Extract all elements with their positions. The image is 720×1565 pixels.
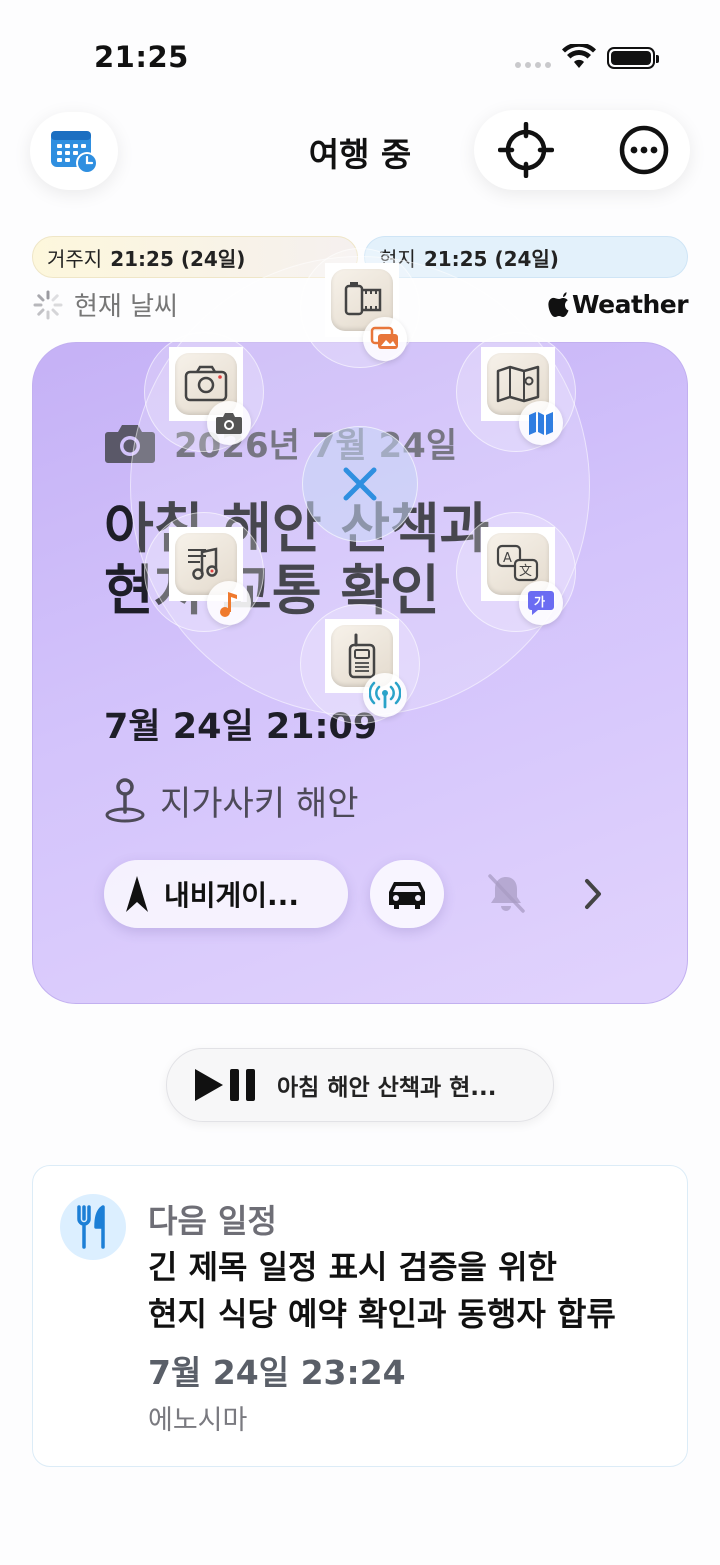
music-note-icon [188, 547, 218, 580]
broadcast-badge-icon [369, 681, 401, 709]
apple-weather-attribution[interactable]: Weather [548, 290, 689, 319]
music-badge-icon [220, 592, 237, 617]
current-weather-label: 현재 날씨 [74, 292, 178, 322]
next-schedule-title-line1: 긴 제목 일정 표시 검증을 위한 [148, 1248, 557, 1286]
car-icon [389, 882, 425, 909]
translate-badge-icon: 가 [528, 591, 554, 615]
film-roll-icon [344, 282, 382, 316]
loading-spinner-icon [33, 290, 63, 319]
svg-text:文: 文 [519, 564, 532, 579]
close-icon [343, 467, 377, 501]
event-location-label: 지가사키 해안 [160, 784, 359, 824]
current-weather[interactable]: 현재 날씨 [32, 286, 178, 323]
next-schedule-title-line2: 현지 식당 예약 확인과 동행자 합류 [148, 1295, 616, 1333]
apple-logo-icon [548, 291, 569, 317]
radial-item-camera[interactable] [144, 332, 264, 452]
wifi-icon [562, 44, 596, 68]
photos-badge-icon [370, 326, 398, 349]
battery-icon [607, 47, 659, 69]
next-schedule-datetime: 7월 24일 23:24 [148, 1353, 406, 1392]
now-playing-pill[interactable]: 아침 해안 산책과 현... [166, 1048, 554, 1122]
radial-item-walkie-talkie[interactable] [300, 604, 420, 724]
navigation-button[interactable]: 내비게이... [104, 860, 348, 928]
chevron-right-icon [585, 879, 601, 909]
walkie-talkie-icon [348, 633, 376, 679]
navigation-button-label: 내비게이... [164, 879, 299, 912]
radial-item-translate[interactable]: A 文 가 [456, 512, 576, 632]
svg-text:가: 가 [534, 594, 545, 609]
home-time-value: 21:25 (24일) [110, 246, 246, 271]
cellular-signal-icon [515, 62, 551, 68]
crosshair-icon [498, 122, 554, 178]
locate-button[interactable] [494, 118, 558, 182]
event-detail-chevron[interactable] [570, 868, 616, 920]
home-time-label: 거주지 [47, 246, 103, 271]
translate-icon: A 文 [496, 544, 539, 582]
next-schedule-place: 에노시마 [148, 1405, 248, 1436]
now-playing-text: 아침 해안 산책과 현... [277, 1075, 497, 1101]
next-schedule-icon [60, 1194, 126, 1260]
maps-badge-icon [529, 412, 553, 435]
weather-provider-label: Weather [572, 290, 689, 319]
next-schedule-label: 다음 일정 [148, 1202, 277, 1240]
camera-badge-icon [216, 413, 242, 434]
bell-slash-icon [488, 874, 525, 913]
radial-item-map[interactable] [456, 332, 576, 452]
radial-menu-close-button[interactable] [302, 426, 418, 542]
more-button[interactable] [612, 118, 676, 182]
notification-toggle[interactable] [480, 868, 532, 920]
car-route-button[interactable] [370, 860, 444, 928]
map-icon [496, 365, 540, 403]
play-pause-icon [195, 1069, 255, 1101]
next-schedule-title: 긴 제목 일정 표시 검증을 위한 현지 식당 예약 확인과 동행자 합류 [148, 1244, 658, 1338]
radial-item-film[interactable] [300, 248, 420, 368]
navigation-arrow-icon [126, 876, 148, 912]
svg-text:A: A [503, 551, 512, 566]
fork-knife-icon [77, 1205, 105, 1249]
pro-camera-icon [184, 365, 228, 402]
local-time-value: 21:25 (24일) [423, 246, 559, 271]
location-pin-icon [105, 777, 145, 822]
radial-item-music[interactable] [144, 512, 264, 632]
status-time: 21:25 [94, 40, 189, 74]
ellipsis-circle-icon [619, 125, 669, 175]
event-location[interactable]: 지가사키 해안 [104, 776, 359, 825]
